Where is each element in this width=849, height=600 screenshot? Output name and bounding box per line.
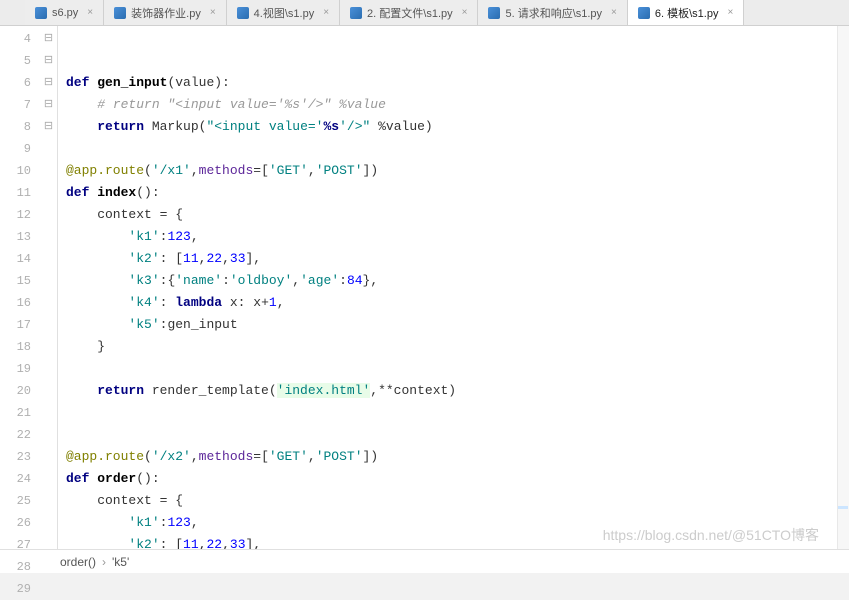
fold-toggle-icon[interactable]: ⊟ — [40, 50, 57, 72]
line-number: 23 — [0, 446, 31, 468]
line-number: 14 — [0, 248, 31, 270]
tab-label: 4.视图\s1.py — [254, 5, 315, 21]
python-file-icon — [114, 7, 126, 19]
breadcrumb-bar: order() › 'k5' — [0, 549, 849, 573]
python-file-icon — [350, 7, 362, 19]
close-icon[interactable]: × — [323, 7, 329, 18]
close-icon[interactable]: × — [462, 7, 468, 18]
tab-file[interactable]: 2. 配置文件\s1.py × — [340, 0, 478, 25]
tab-label: s6.py — [52, 7, 78, 19]
close-icon[interactable]: × — [611, 7, 617, 18]
code-line[interactable] — [58, 402, 849, 424]
code-line[interactable]: 'k5':gen_input — [58, 314, 849, 336]
line-number: 8 — [0, 116, 31, 138]
fold-toggle-icon[interactable]: ⊟ — [40, 28, 57, 50]
tab-label: 5. 请求和响应\s1.py — [505, 5, 602, 21]
line-number: 11 — [0, 182, 31, 204]
code-line[interactable]: 'k2': [11,22,33], — [58, 534, 849, 549]
code-line[interactable]: context = { — [58, 490, 849, 512]
line-number: 17 — [0, 314, 31, 336]
line-number: 12 — [0, 204, 31, 226]
python-file-icon — [638, 7, 650, 19]
fold-toggle-icon[interactable]: ⊟ — [40, 94, 57, 116]
line-number: 13 — [0, 226, 31, 248]
scrollbar-marker[interactable] — [837, 26, 849, 549]
line-number: 6 — [0, 72, 31, 94]
line-number: 18 — [0, 336, 31, 358]
code-line[interactable]: def index(): — [58, 182, 849, 204]
tab-file[interactable]: 4.视图\s1.py × — [227, 0, 340, 25]
code-line[interactable]: 'k1':123, — [58, 512, 849, 534]
scroll-highlight-marker — [838, 506, 848, 509]
line-number: 20 — [0, 380, 31, 402]
code-line[interactable]: context = { — [58, 204, 849, 226]
line-number: 21 — [0, 402, 31, 424]
tab-file[interactable]: s6.py × — [25, 0, 104, 25]
line-number: 16 — [0, 292, 31, 314]
line-number: 15 — [0, 270, 31, 292]
line-number: 19 — [0, 358, 31, 380]
line-number: 26 — [0, 512, 31, 534]
breadcrumb-item[interactable]: 'k5' — [112, 555, 129, 569]
line-number: 10 — [0, 160, 31, 182]
code-line[interactable]: 'k1':123, — [58, 226, 849, 248]
line-number: 22 — [0, 424, 31, 446]
tab-file[interactable]: 5. 请求和响应\s1.py × — [478, 0, 627, 25]
code-line[interactable]: 'k2': [11,22,33], — [58, 248, 849, 270]
line-number: 25 — [0, 490, 31, 512]
tab-label: 6. 模板\s1.py — [655, 5, 719, 21]
line-number: 9 — [0, 138, 31, 160]
line-number: 29 — [0, 578, 31, 600]
line-number: 5 — [0, 50, 31, 72]
code-line[interactable]: def gen_input(value): — [58, 72, 849, 94]
line-number: 27 — [0, 534, 31, 556]
close-icon[interactable]: × — [727, 7, 733, 18]
chevron-right-icon: › — [102, 555, 106, 569]
code-line[interactable]: @app.route('/x1',methods=['GET','POST']) — [58, 160, 849, 182]
code-line[interactable]: # return "<input value='%s'/>" %value — [58, 94, 849, 116]
code-line[interactable]: 'k3':{'name':'oldboy','age':84}, — [58, 270, 849, 292]
tab-label: 装饰器作业.py — [131, 5, 201, 21]
tab-file[interactable]: 6. 模板\s1.py × — [628, 0, 744, 25]
fold-toggle-icon[interactable]: ⊟ — [40, 116, 57, 138]
python-file-icon — [488, 7, 500, 19]
code-line[interactable]: 'k4': lambda x: x+1, — [58, 292, 849, 314]
tab-label: 2. 配置文件\s1.py — [367, 5, 453, 21]
python-file-icon — [237, 7, 249, 19]
line-number: 4 — [0, 28, 31, 50]
code-area[interactable]: def gen_input(value): # return "<input v… — [58, 26, 849, 549]
fold-toggle-icon[interactable]: ⊟ — [40, 72, 57, 94]
code-line[interactable]: } — [58, 336, 849, 358]
editor-tabs: s6.py × 装饰器作业.py × 4.视图\s1.py × 2. 配置文件\s1.py ×… — [0, 0, 849, 26]
breadcrumb-item[interactable]: order() — [60, 555, 96, 569]
code-line[interactable]: return render_template('index.html',**co… — [58, 380, 849, 402]
code-line[interactable]: @app.route('/x2',methods=['GET','POST']) — [58, 446, 849, 468]
code-line[interactable] — [58, 358, 849, 380]
code-line[interactable]: def order(): — [58, 468, 849, 490]
close-icon[interactable]: × — [210, 7, 216, 18]
tab-file[interactable]: 装饰器作业.py × — [104, 0, 227, 25]
python-file-icon — [35, 7, 47, 19]
line-number: 7 — [0, 94, 31, 116]
code-line[interactable] — [58, 424, 849, 446]
line-number: 24 — [0, 468, 31, 490]
fold-gutter: ⊟⊟⊟⊟⊟ — [40, 26, 58, 549]
close-icon[interactable]: × — [87, 7, 93, 18]
code-line[interactable]: return Markup("<input value='%s'/>" %val… — [58, 116, 849, 138]
line-numbers-gutter: 4567891011121314151617181920212223242526… — [0, 26, 40, 549]
code-editor: 4567891011121314151617181920212223242526… — [0, 26, 849, 549]
code-line[interactable] — [58, 138, 849, 160]
